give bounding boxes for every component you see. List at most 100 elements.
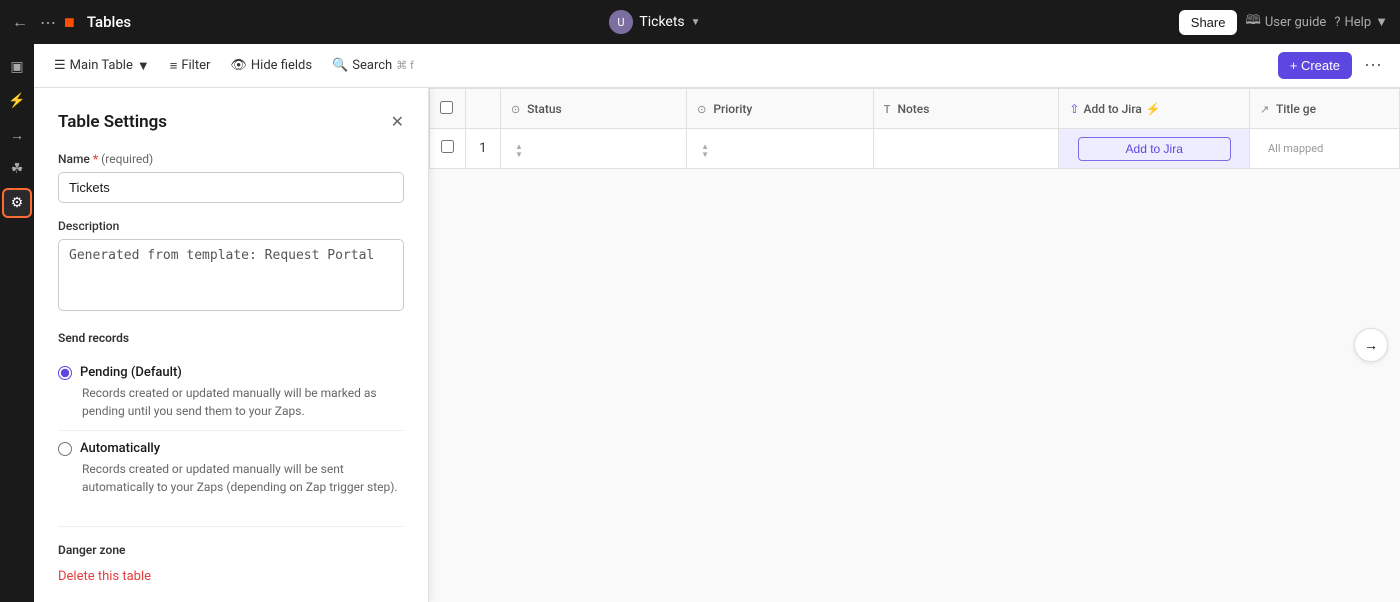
help-link[interactable]: ? Help ▼: [1334, 14, 1388, 30]
back-icon[interactable]: ←: [12, 12, 28, 32]
automatically-option: Automatically Records created or updated…: [58, 431, 404, 506]
send-records-label: Send records: [58, 331, 404, 345]
sort-arrows-priority: ▲▼: [701, 143, 709, 159]
description-field-group: Description Generated from template: Req…: [58, 219, 404, 315]
description-textarea[interactable]: Generated from template: Request Portal: [58, 239, 404, 311]
th-checkbox: [430, 89, 466, 129]
chevron-table-icon: ▼: [137, 58, 150, 74]
add-jira-col-label: Add to Jira: [1083, 102, 1141, 116]
td-row-num: 1: [465, 129, 500, 169]
td-checkbox: [430, 129, 466, 169]
pending-label[interactable]: Pending (Default): [80, 365, 182, 380]
svg-text:U: U: [618, 16, 625, 29]
description-label: Description: [58, 219, 404, 233]
app-name: Tables: [87, 13, 131, 31]
name-field-group: Name * (required): [58, 152, 404, 203]
more-options-icon[interactable]: ⋯: [1358, 53, 1388, 78]
avatar: U: [609, 10, 633, 34]
scroll-right-button[interactable]: →: [1354, 328, 1388, 362]
lightning-col-icon: ⚡: [1146, 102, 1161, 116]
table-row: 1 ▲▼ ▲▼ Add to Jira: [430, 129, 1400, 169]
table-icon: ☰: [54, 58, 66, 73]
all-mapped-text: All mapped: [1260, 142, 1331, 155]
panel-close-button[interactable]: ✕: [391, 112, 404, 132]
name-label: Name * (required): [58, 152, 404, 166]
title-gen-col-icon: ↗: [1260, 103, 1269, 116]
td-add-jira: Add to Jira: [1059, 129, 1250, 169]
name-input[interactable]: [58, 172, 404, 203]
table-area: Table Settings ✕ Name * (required) Descr…: [34, 88, 1400, 602]
eye-icon: 👁: [230, 58, 247, 73]
pending-radio[interactable]: [58, 366, 72, 380]
chevron-down-icon: ▼: [691, 17, 701, 28]
th-priority[interactable]: ⊙ Priority: [687, 89, 874, 129]
sidebar-apps-icon[interactable]: ▣: [2, 52, 32, 82]
top-nav: ← ⋯ ■ Tables U Tickets ▼ Share 🕮 User gu…: [0, 0, 1400, 44]
td-status[interactable]: ▲▼: [500, 129, 686, 169]
radio-group: Pending (Default) Records created or upd…: [58, 355, 404, 506]
notes-col-label: Notes: [897, 102, 929, 116]
th-add-jira[interactable]: ⇧ Add to Jira ⚡: [1059, 89, 1250, 129]
create-button[interactable]: + Create: [1278, 52, 1352, 79]
th-row-num: [465, 89, 500, 129]
td-title-gen[interactable]: All mapped: [1250, 129, 1400, 169]
automatically-radio-row: Automatically: [58, 441, 404, 456]
priority-col-label: Priority: [713, 102, 752, 116]
select-all-checkbox[interactable]: [440, 101, 453, 114]
required-indicator: *: [93, 152, 101, 166]
row-checkbox[interactable]: [441, 140, 454, 153]
sidebar-settings-icon[interactable]: ⚙: [2, 188, 32, 218]
danger-zone-label: Danger zone: [58, 543, 404, 557]
pending-option: Pending (Default) Records created or upd…: [58, 355, 404, 431]
automatically-label[interactable]: Automatically: [80, 441, 160, 456]
table-header-row: ⊙ Status ⊙ Priority T Notes: [430, 89, 1400, 129]
panel-header: Table Settings ✕: [58, 112, 404, 132]
panel-title: Table Settings: [58, 112, 167, 132]
main-layout: ▣ ⚡ → ☘ ⚙ ☰ Main Table ▼ ≡ Filter 👁 Hide…: [0, 44, 1400, 602]
td-priority[interactable]: ▲▼: [687, 129, 874, 169]
delete-table-link[interactable]: Delete this table: [58, 569, 151, 584]
add-to-jira-row-button[interactable]: Add to Jira: [1078, 137, 1231, 161]
toolbar-right: + Create ⋯: [1278, 52, 1388, 79]
filter-button[interactable]: ≡ Filter: [162, 54, 219, 78]
priority-col-icon: ⊙: [697, 103, 706, 116]
chevron-help-icon: ▼: [1375, 14, 1388, 30]
sidebar-eye-icon[interactable]: ☘: [2, 154, 32, 184]
title-gen-col-label: Title ge: [1276, 102, 1316, 116]
main-table-selector[interactable]: ☰ Main Table ▼: [46, 54, 158, 78]
hide-fields-button[interactable]: 👁 Hide fields: [222, 54, 320, 77]
automatically-radio[interactable]: [58, 442, 72, 456]
user-guide-link[interactable]: 🕮 User guide: [1245, 11, 1326, 33]
th-notes[interactable]: T Notes: [873, 89, 1059, 129]
book-icon: 🕮: [1245, 11, 1260, 33]
grid-icon[interactable]: ⋯: [40, 13, 56, 32]
pending-description: Records created or updated manually will…: [58, 384, 404, 420]
danger-zone-section: Danger zone Delete this table: [58, 526, 404, 584]
left-sidebar: ▣ ⚡ → ☘ ⚙: [0, 44, 34, 602]
help-icon: ?: [1334, 15, 1340, 30]
search-icon: 🔍: [332, 58, 348, 73]
sort-arrows-status: ▲▼: [515, 143, 523, 159]
th-title-gen[interactable]: ↗ Title ge: [1250, 89, 1400, 129]
content-area: ☰ Main Table ▼ ≡ Filter 👁 Hide fields 🔍 …: [34, 44, 1400, 602]
table-settings-panel: Table Settings ✕ Name * (required) Descr…: [34, 88, 429, 602]
nav-center: U Tickets ▼: [139, 10, 1171, 34]
notes-col-icon: T: [884, 103, 891, 116]
pending-radio-row: Pending (Default): [58, 365, 404, 380]
sidebar-tables-icon[interactable]: →: [2, 120, 32, 150]
workspace-name[interactable]: Tickets: [639, 14, 684, 30]
jira-col-icon: ⇧: [1069, 102, 1079, 116]
send-records-group: Send records Pending (Default) Records c…: [58, 331, 404, 506]
search-button[interactable]: 🔍 Search ⌘ f: [324, 54, 422, 77]
th-status[interactable]: ⊙ Status: [500, 89, 686, 129]
status-col-label: Status: [527, 102, 562, 116]
share-button[interactable]: Share: [1179, 10, 1238, 35]
td-notes[interactable]: [873, 129, 1059, 169]
search-shortcut: ⌘ f: [396, 59, 414, 72]
data-table: ⊙ Status ⊙ Priority T Notes: [429, 88, 1400, 169]
filter-icon: ≡: [170, 58, 178, 74]
automatically-description: Records created or updated manually will…: [58, 460, 404, 496]
status-col-icon: ⊙: [511, 103, 520, 116]
toolbar: ☰ Main Table ▼ ≡ Filter 👁 Hide fields 🔍 …: [34, 44, 1400, 88]
sidebar-zaps-icon[interactable]: ⚡: [2, 86, 32, 116]
